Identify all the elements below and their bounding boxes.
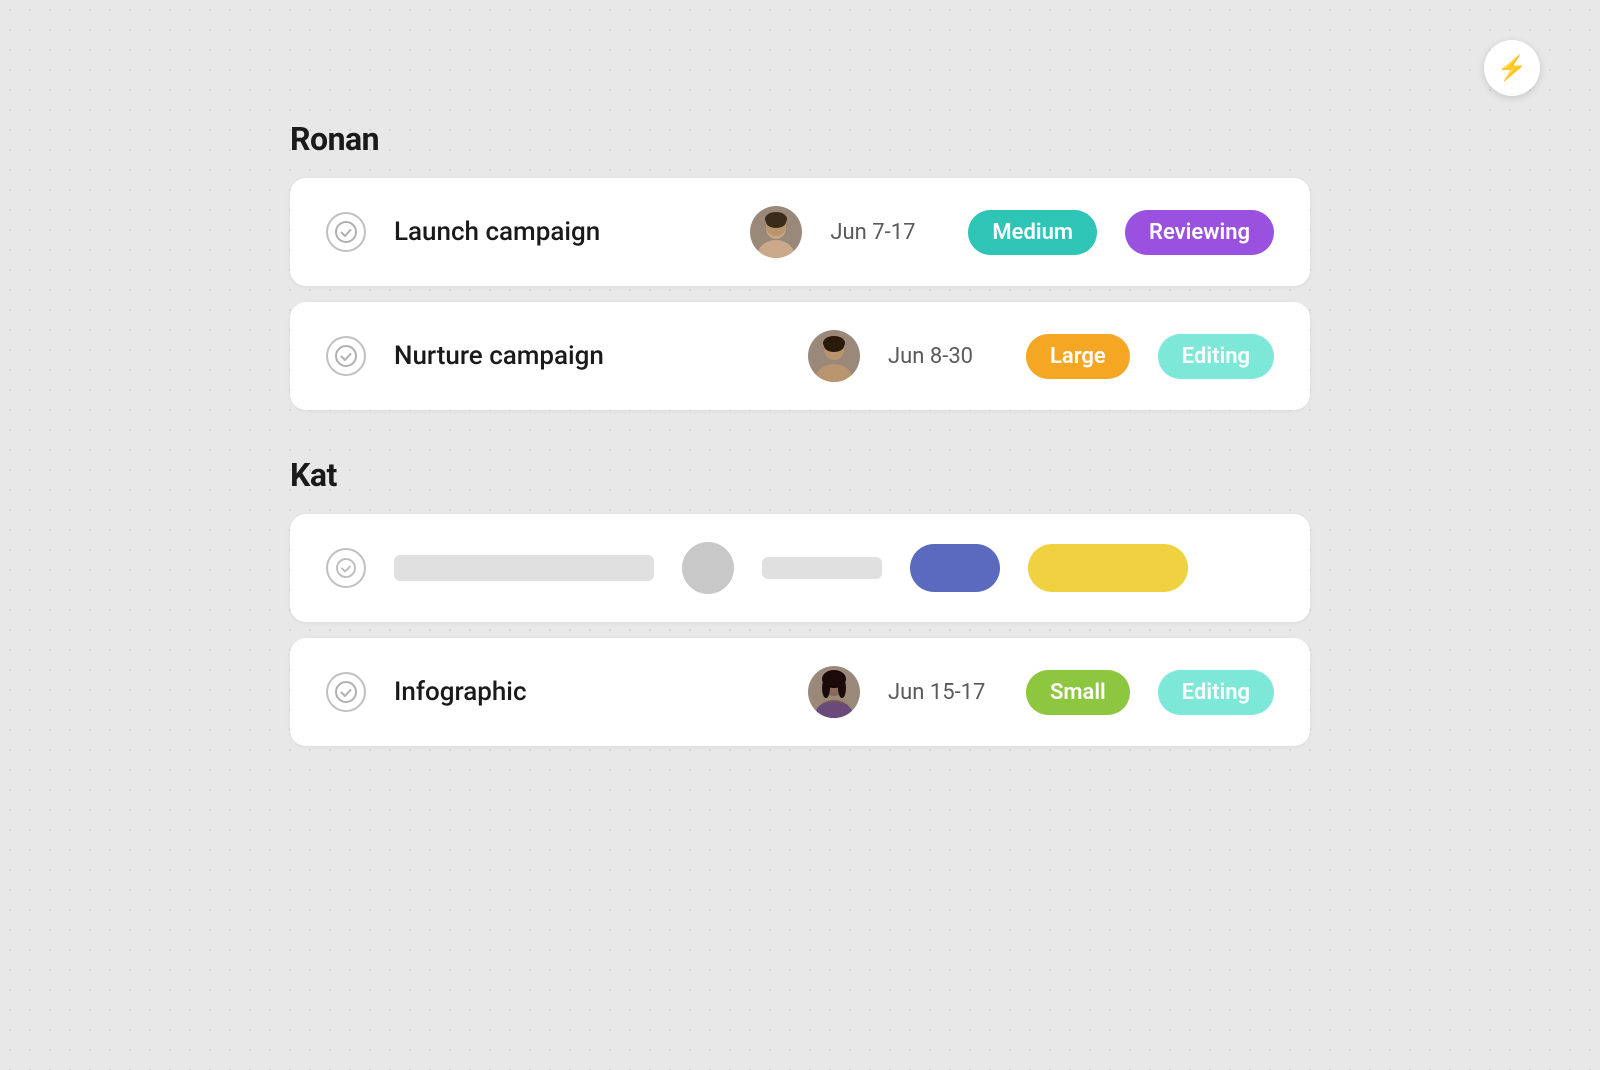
task-card-nurture-campaign[interactable]: Nurture campaign Jun 8-30 Large Editing — [290, 302, 1310, 410]
date-range-launch-campaign: Jun 7-17 — [830, 220, 940, 245]
badge-status-infographic[interactable]: Editing — [1158, 670, 1274, 715]
flash-button[interactable]: ⚡ — [1484, 40, 1540, 96]
avatar-infographic — [808, 666, 860, 718]
section-title-ronan: Ronan — [290, 120, 1310, 158]
section-kat: Kat — [290, 456, 1310, 792]
task-name-skeleton — [394, 555, 654, 581]
task-name-infographic: Infographic — [394, 677, 780, 707]
avatar-nurture-campaign — [808, 330, 860, 382]
date-range-infographic: Jun 15-17 — [888, 680, 998, 705]
date-range-skeleton — [762, 557, 882, 579]
badge-size-infographic[interactable]: Small — [1026, 670, 1130, 715]
section-title-kat: Kat — [290, 456, 1310, 494]
task-name-launch-campaign: Launch campaign — [394, 217, 722, 247]
main-container: Ronan Launch campaign Jun 7-17 — [250, 0, 1350, 832]
badge-size-launch-campaign[interactable]: Medium — [968, 210, 1097, 255]
check-icon — [326, 672, 366, 712]
date-range-nurture-campaign: Jun 8-30 — [888, 344, 998, 369]
badge1-skeleton — [910, 544, 1000, 592]
task-card-launch-campaign[interactable]: Launch campaign Jun 7-17 Medium Reviewin… — [290, 178, 1310, 286]
avatar-launch-campaign — [750, 206, 802, 258]
badge-status-nurture-campaign[interactable]: Editing — [1158, 334, 1274, 379]
flash-icon: ⚡ — [1497, 54, 1527, 83]
avatar-skeleton — [682, 542, 734, 594]
task-name-nurture-campaign: Nurture campaign — [394, 341, 780, 371]
check-icon — [326, 548, 366, 588]
badge-size-nurture-campaign[interactable]: Large — [1026, 334, 1130, 379]
badge2-skeleton — [1028, 544, 1188, 592]
section-ronan: Ronan Launch campaign Jun 7-17 — [290, 120, 1310, 456]
badge-status-launch-campaign[interactable]: Reviewing — [1125, 210, 1274, 255]
check-icon — [326, 336, 366, 376]
task-card-loading-task[interactable] — [290, 514, 1310, 622]
check-icon — [326, 212, 366, 252]
task-card-infographic[interactable]: Infographic Jun 15-17 Small Editing — [290, 638, 1310, 746]
